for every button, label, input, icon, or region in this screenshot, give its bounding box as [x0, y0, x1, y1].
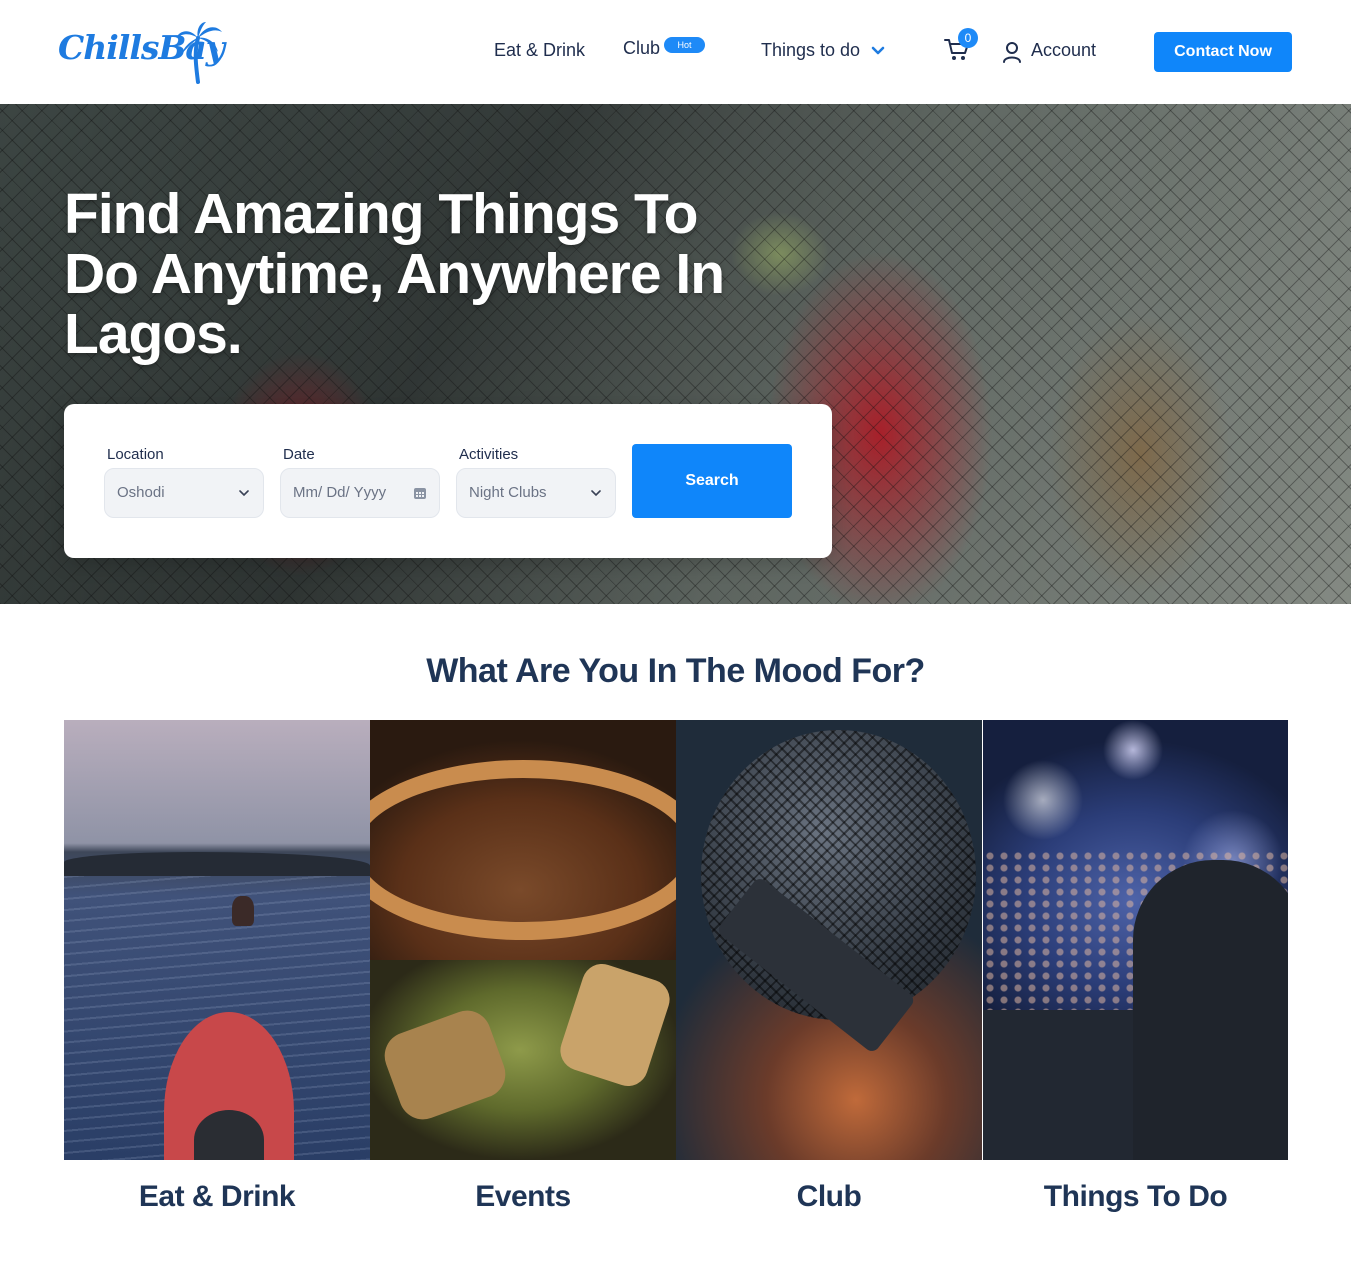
- date-input[interactable]: Mm/ Dd/ Yyyy: [280, 468, 440, 518]
- site-header: ChillsBay Eat & Drink Club Hot Things to…: [0, 0, 1351, 104]
- hero-title: Find Amazing Things To Do Anytime, Anywh…: [64, 182, 725, 366]
- chevron-down-icon[interactable]: [870, 43, 886, 59]
- search-form: Location Oshodi Date Mm/ Dd/ Yyyy Activi…: [64, 404, 832, 558]
- activities-label: Activities: [459, 446, 519, 463]
- user-icon[interactable]: [1002, 41, 1022, 63]
- contact-now-button[interactable]: Contact Now: [1154, 32, 1292, 72]
- location-select[interactable]: Oshodi: [104, 468, 264, 518]
- palm-tree-icon: [176, 22, 222, 84]
- activities-select[interactable]: Night Clubs: [456, 468, 616, 518]
- nav-account[interactable]: Account: [1031, 40, 1096, 61]
- location-label: Location: [107, 446, 164, 463]
- logo[interactable]: ChillsBay: [58, 22, 225, 86]
- date-placeholder: Mm/ Dd/ Yyyy: [293, 484, 387, 501]
- location-value: Oshodi: [117, 484, 165, 501]
- mood-card-label-events[interactable]: Events: [370, 1180, 676, 1214]
- chevron-down-icon: [591, 490, 601, 497]
- mood-card-label-things-to-do[interactable]: Things To Do: [983, 1180, 1288, 1214]
- mood-card-eat-drink-image[interactable]: [64, 720, 370, 1160]
- hero-banner: Find Amazing Things To Do Anytime, Anywh…: [0, 104, 1351, 604]
- activities-value: Night Clubs: [469, 484, 547, 501]
- mood-card-events-image[interactable]: [370, 720, 676, 1160]
- mood-card-club-image[interactable]: [676, 720, 982, 1160]
- nav-eat-drink[interactable]: Eat & Drink: [494, 40, 585, 61]
- hot-badge: Hot: [664, 37, 705, 53]
- section-title: What Are You In The Mood For?: [426, 652, 925, 690]
- search-button[interactable]: Search: [632, 444, 792, 518]
- chevron-down-icon: [239, 490, 249, 497]
- mood-card-label-club[interactable]: Club: [676, 1180, 982, 1214]
- mood-card-things-to-do-image[interactable]: [983, 720, 1288, 1160]
- mood-card-label-eat-drink[interactable]: Eat & Drink: [64, 1180, 370, 1214]
- cart-count-badge: 0: [958, 28, 978, 48]
- calendar-icon[interactable]: [413, 486, 427, 500]
- date-label: Date: [283, 446, 315, 463]
- nav-things-to-do[interactable]: Things to do: [761, 40, 860, 61]
- nav-club[interactable]: Club: [623, 38, 660, 59]
